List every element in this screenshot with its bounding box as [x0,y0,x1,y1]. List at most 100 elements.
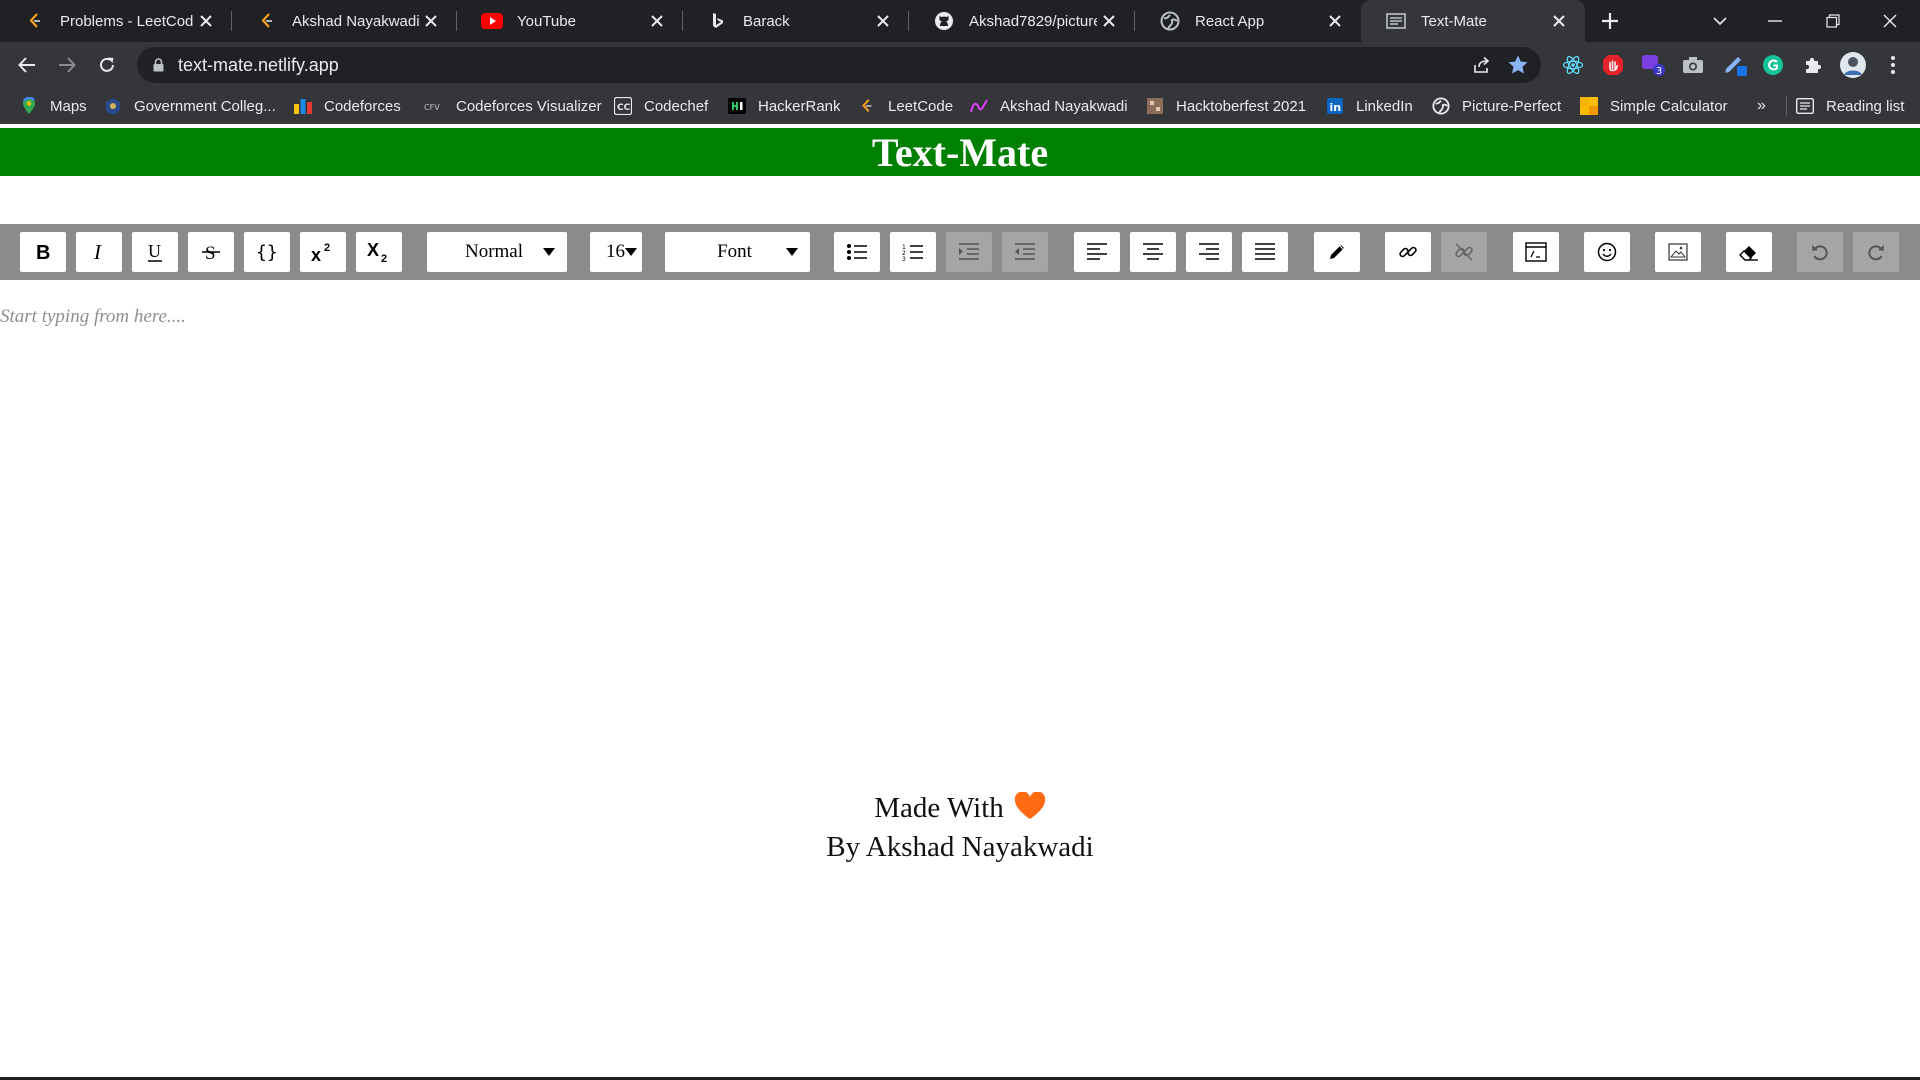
indent-button[interactable] [946,232,992,272]
codechef-icon: CC [614,97,632,115]
bookmark-codeforces-visualizer[interactable]: CFV Codeforces Visualizer [424,95,602,117]
bookmark-maps[interactable]: Maps [20,95,87,117]
arrow-left-icon [18,57,35,73]
undo-button[interactable] [1797,232,1843,272]
align-center-button[interactable] [1130,232,1176,272]
tab-react-app[interactable]: React App [1135,0,1361,42]
unlink-icon [1455,243,1473,261]
bookmark-hackerrank[interactable]: HackerRank [728,95,841,117]
close-icon[interactable] [419,9,443,33]
close-icon[interactable] [645,9,669,33]
bookmark-leetcode[interactable]: LeetCode [858,95,953,117]
embed-button[interactable] [1513,232,1559,272]
leetcode-icon [858,97,876,115]
bookmarks-overflow-button[interactable]: » [1757,95,1766,117]
pen-extension-icon[interactable] [1722,51,1750,79]
svg-text:2: 2 [381,253,387,264]
grammarly-icon[interactable] [1759,51,1787,79]
bookmark-star-icon[interactable] [1507,54,1529,76]
unordered-list-button[interactable] [834,232,880,272]
font-size-value: 16 [606,241,625,262]
bookmark-government-college[interactable]: Government Colleg... [104,95,276,117]
footer-author: By Akshad Nayakwadi [826,830,1094,863]
tab-search-button[interactable] [1708,9,1732,33]
svg-text:X: X [367,240,379,260]
unlink-button[interactable] [1441,232,1487,272]
link-button[interactable] [1385,232,1431,272]
extension-badge-icon[interactable]: 3 [1639,51,1667,79]
reading-list-button[interactable]: Reading list [1796,95,1904,117]
close-icon[interactable] [1097,9,1121,33]
react-devtools-icon[interactable] [1559,51,1587,79]
outdent-button[interactable] [1002,232,1048,272]
puzzle-extensions-icon[interactable] [1799,51,1827,79]
tab-akshad-leetcode[interactable]: Akshad Nayakwadi - L [232,0,457,42]
back-button[interactable] [11,49,43,81]
close-icon[interactable] [1547,9,1571,33]
bookmark-akshad-nayakwadi[interactable]: Akshad Nayakwadi [970,95,1128,117]
align-right-button[interactable] [1186,232,1232,272]
remove-formatting-button[interactable] [1726,232,1772,272]
align-left-button[interactable] [1074,232,1120,272]
svg-text:I: I [93,241,102,263]
forward-button[interactable] [51,49,83,81]
pen-icon [1330,245,1344,259]
emoji-button[interactable] [1584,232,1630,272]
image-button[interactable] [1655,232,1701,272]
tab-barack[interactable]: Barack [683,0,909,42]
avatar[interactable] [1839,51,1867,79]
redo-icon [1868,245,1884,261]
close-icon[interactable] [1323,9,1347,33]
tab-problems-leetcode[interactable]: Problems - LeetCode [0,0,232,42]
bookmark-hacktoberfest[interactable]: Hacktoberfest 2021 [1146,95,1306,117]
tab-text-mate[interactable]: Text-Mate [1361,0,1585,42]
editor-textarea[interactable]: Start typing from here.... [0,296,1900,746]
strikethrough-button[interactable]: S [188,232,234,272]
ordered-list-button[interactable]: 123 [890,232,936,272]
italic-button[interactable]: I [76,232,122,272]
superscript-button[interactable]: x2 [300,232,346,272]
omnibox[interactable]: text-mate.netlify.app [137,47,1541,83]
globe-icon [1159,10,1181,32]
reload-button[interactable] [91,49,123,81]
subscript-button[interactable]: X2 [356,232,402,272]
tab-youtube[interactable]: YouTube [457,0,683,42]
new-tab-button[interactable] [1598,9,1622,33]
bookmark-picture-perfect[interactable]: Picture-Perfect [1432,95,1561,117]
chevron-down-icon [1713,17,1727,26]
underline-button[interactable]: U [132,232,178,272]
stop-hand-extension-icon[interactable] [1599,51,1627,79]
tab-github-picture[interactable]: Akshad7829/picture-p [909,0,1135,42]
restore-button[interactable] [1821,9,1845,33]
portfolio-icon [970,97,988,115]
block-type-dropdown[interactable]: Normal [427,232,567,272]
caret-down-icon [543,248,555,256]
bookmark-codechef[interactable]: CC Codechef [614,95,708,117]
close-icon[interactable] [871,9,895,33]
align-center-icon [1143,243,1163,260]
close-window-button[interactable] [1878,9,1902,33]
bookmark-codeforces[interactable]: Codeforces [294,95,401,117]
bookmark-linkedin[interactable]: in LinkedIn [1326,95,1413,117]
align-justify-icon [1255,243,1275,260]
close-icon [1883,14,1897,28]
font-size-dropdown[interactable]: 16 [590,232,642,272]
minimize-button[interactable] [1763,9,1787,33]
color-picker-button[interactable] [1314,232,1360,272]
close-icon[interactable] [194,9,218,33]
kebab-menu-icon[interactable] [1879,51,1907,79]
justify-button[interactable] [1242,232,1288,272]
plus-icon [1602,13,1618,29]
underline-icon: U [148,241,162,262]
redo-button[interactable] [1853,232,1899,272]
code-button[interactable]: {} [244,232,290,272]
bookmark-simple-calculator[interactable]: Simple Calculator [1580,95,1728,117]
share-icon[interactable] [1472,55,1492,75]
font-family-dropdown[interactable]: Font [665,232,810,272]
embed-icon [1525,242,1547,262]
linkedin-icon: in [1326,97,1344,115]
camera-icon[interactable] [1679,51,1707,79]
url-text: text-mate.netlify.app [178,55,339,75]
indent-icon [959,243,979,260]
bold-button[interactable]: B [20,232,66,272]
